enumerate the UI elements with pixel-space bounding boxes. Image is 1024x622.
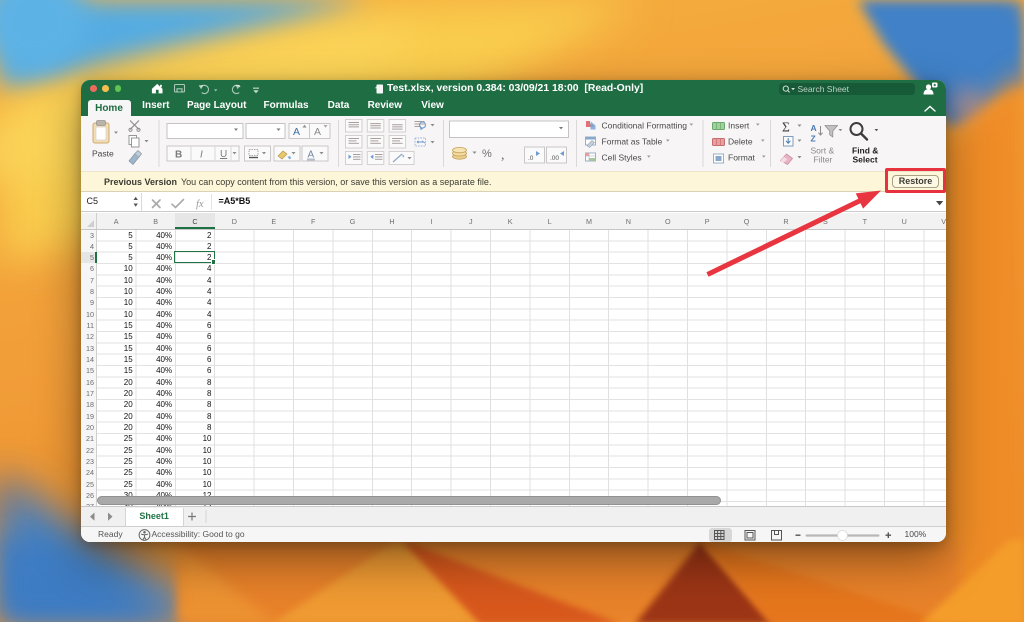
svg-text:Delete: Delete (728, 137, 753, 147)
svg-text:Σ: Σ (782, 120, 790, 135)
svg-text:Conditional Formatting: Conditional Formatting (602, 121, 688, 131)
svg-text:.00: .00 (550, 155, 559, 162)
svg-text:Format: Format (728, 153, 756, 163)
svg-text:%: % (482, 148, 492, 160)
svg-text:Cell Styles: Cell Styles (602, 153, 642, 163)
svg-text:U: U (220, 149, 227, 160)
svg-text:.0: .0 (528, 155, 534, 162)
svg-text:fx: fx (196, 199, 204, 210)
svg-text:A: A (314, 126, 321, 138)
svg-text:A: A (811, 123, 817, 133)
svg-text:Insert: Insert (728, 121, 750, 131)
svg-text:I: I (200, 150, 203, 161)
svg-text:B: B (175, 150, 182, 161)
svg-text:Format as Table: Format as Table (602, 137, 663, 147)
svg-text:A: A (293, 126, 300, 138)
svg-text:Filter: Filter (814, 155, 833, 165)
svg-text:Paste: Paste (92, 149, 114, 159)
svg-text:,: , (501, 148, 505, 163)
svg-text:Z: Z (811, 134, 816, 144)
svg-text:Select: Select (853, 155, 878, 165)
